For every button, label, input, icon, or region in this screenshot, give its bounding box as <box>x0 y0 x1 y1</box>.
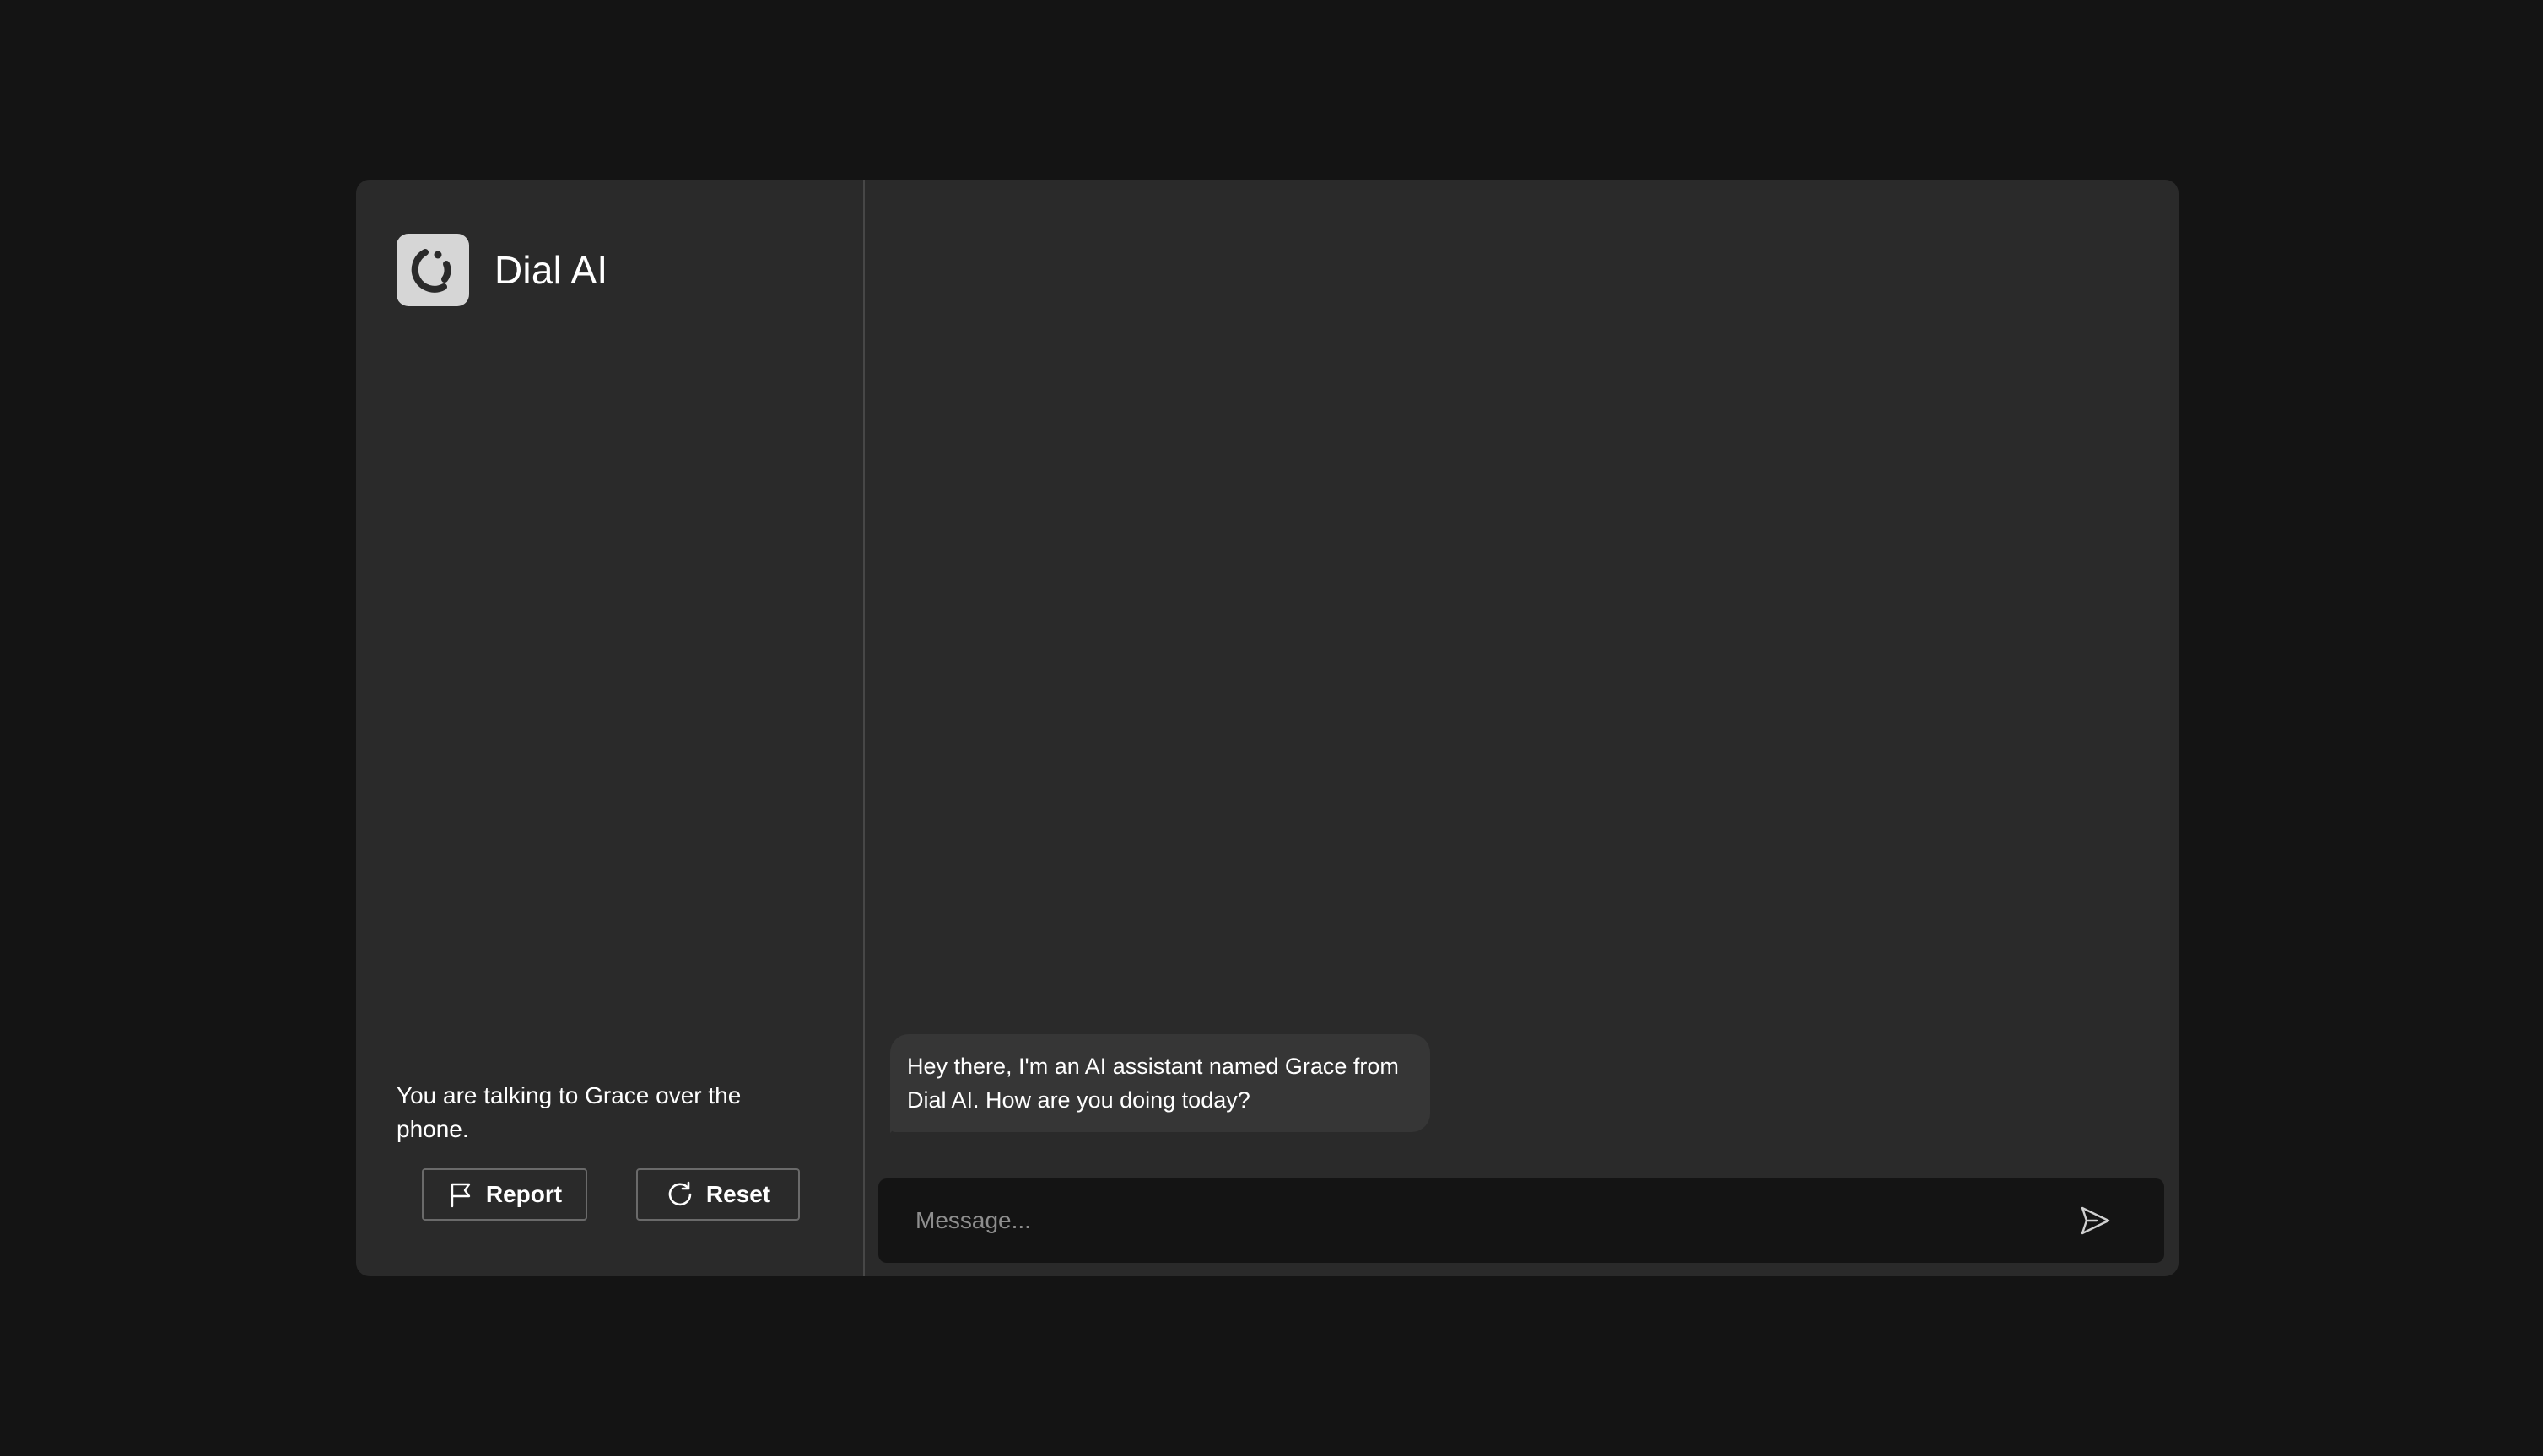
message-bubble-tail <box>890 1121 902 1133</box>
chat-app-window: Dial AI You are talking to Grace over th… <box>356 180 2179 1276</box>
dial-ai-logo-icon <box>397 234 469 306</box>
message-composer <box>878 1178 2164 1263</box>
report-button-label: Report <box>485 1181 563 1207</box>
brand: Dial AI <box>397 234 607 306</box>
brand-name: Dial AI <box>494 248 608 292</box>
send-icon[interactable] <box>2070 1195 2120 1246</box>
refresh-icon <box>666 1180 694 1209</box>
flag-icon <box>447 1181 474 1208</box>
message-input[interactable] <box>914 1206 2070 1235</box>
chat-panel: Hey there, I'm an AI assistant named Gra… <box>865 180 2179 1276</box>
reset-button-label: Reset <box>705 1181 771 1207</box>
call-status-text: You are talking to Grace over the phone. <box>397 1082 742 1142</box>
report-button[interactable]: Report <box>422 1168 587 1221</box>
sidebar: Dial AI You are talking to Grace over th… <box>356 180 865 1276</box>
reset-button[interactable]: Reset <box>636 1168 800 1221</box>
assistant-message-bubble: Hey there, I'm an AI assistant named Gra… <box>890 1034 1430 1132</box>
